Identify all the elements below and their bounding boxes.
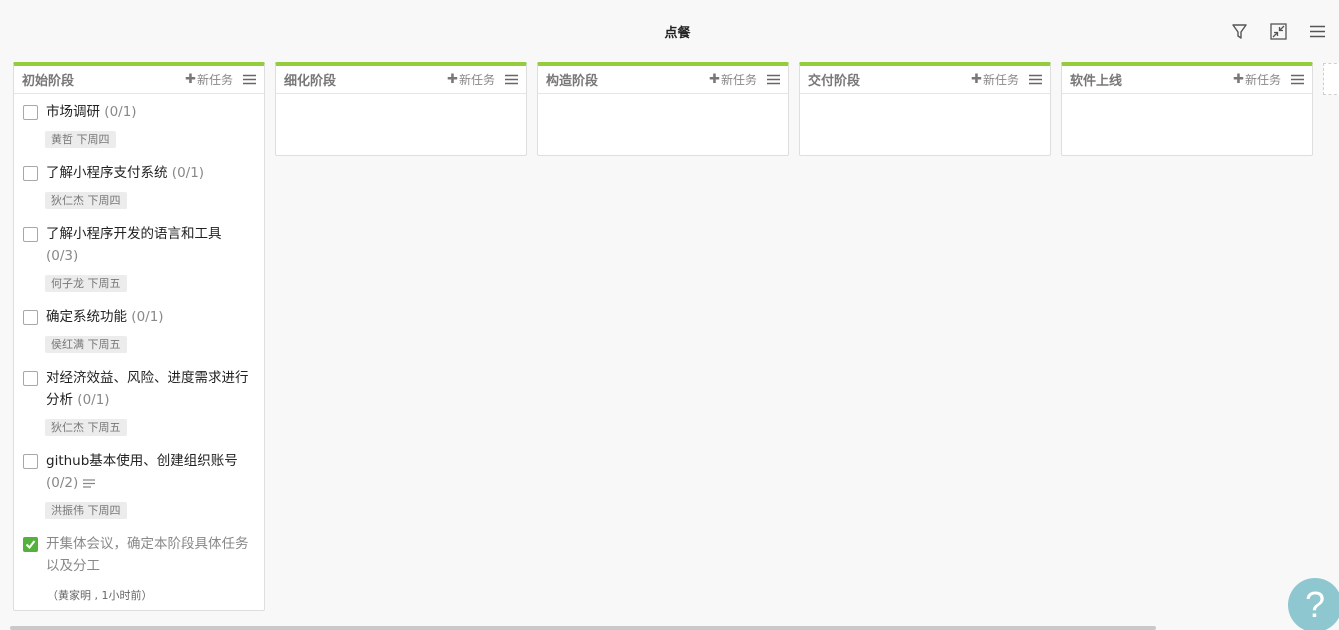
column-title: 软件上线 [1070, 74, 1123, 89]
column-title: 构造阶段 [546, 74, 599, 89]
task-title[interactable]: 了解小程序开发的语言和工具 (0/3) [46, 223, 256, 267]
add-task-label: 新任务 [196, 73, 233, 87]
assignee-due-tag: 黄哲 下周四 [45, 131, 116, 148]
plus-icon: ✚ [971, 72, 982, 87]
assignee-due-tag: 洪振伟 下周四 [45, 502, 127, 519]
description-icon [83, 478, 96, 488]
column-menu-icon[interactable] [767, 74, 780, 85]
column-title: 初始阶段 [22, 74, 75, 89]
task-checkbox[interactable] [23, 454, 38, 469]
completed-by-meta: （黄家明 , 1小时前） [47, 589, 153, 602]
column-menu-icon[interactable] [243, 74, 256, 85]
column-menu-icon[interactable] [1029, 74, 1042, 85]
task-title[interactable]: 了解小程序支付系统 (0/1) [46, 162, 204, 184]
task-checkbox-checked[interactable] [23, 537, 38, 552]
task-checkbox[interactable] [23, 166, 38, 181]
column-delivery-phase: 交付阶段 ✚ 新任务 [799, 62, 1051, 156]
column-menu-icon[interactable] [1291, 74, 1304, 85]
subtask-count: (0/3) [46, 248, 79, 264]
column-header: 细化阶段 ✚ 新任务 [276, 66, 526, 94]
task-checkbox[interactable] [23, 371, 38, 386]
check-icon [25, 540, 36, 550]
task-checkbox[interactable] [23, 227, 38, 242]
task-card[interactable]: 市场调研 (0/1) 黄哲 下周四 [14, 94, 264, 155]
menu-icon[interactable] [1308, 22, 1327, 41]
task-list [800, 94, 1050, 155]
task-card[interactable]: 确定系统功能 (0/1) 侯红满 下周五 [14, 299, 264, 360]
subtask-count: (0/1) [77, 392, 110, 408]
column-title: 细化阶段 [284, 74, 337, 89]
task-title[interactable]: 确定系统功能 (0/1) [46, 306, 164, 328]
column-header: 初始阶段 ✚ 新任务 [14, 66, 264, 94]
horizontal-scrollbar[interactable] [10, 626, 1156, 630]
task-card[interactable]: github基本使用、创建组织账号 (0/2) 洪振伟 下周四 [14, 443, 264, 526]
task-checkbox[interactable] [23, 105, 38, 120]
task-card[interactable]: 了解小程序支付系统 (0/1) 狄仁杰 下周四 [14, 155, 264, 216]
assignee-due-tag: 狄仁杰 下周五 [45, 419, 127, 436]
plus-icon: ✚ [709, 72, 720, 87]
add-task-button[interactable]: ✚ 新任务 [971, 71, 1019, 88]
assignee-due-tag: 狄仁杰 下周四 [45, 192, 127, 209]
column-title: 交付阶段 [808, 74, 861, 89]
column-menu-icon[interactable] [505, 74, 518, 85]
subtask-count: (0/1) [131, 309, 164, 325]
column-header: 交付阶段 ✚ 新任务 [800, 66, 1050, 94]
task-card[interactable]: 了解小程序开发的语言和工具 (0/3) 何子龙 下周五 [14, 216, 264, 299]
assignee-due-tag: 何子龙 下周五 [45, 275, 127, 292]
plus-icon: ✚ [1233, 72, 1244, 87]
page-title: 点餐 [664, 26, 691, 41]
task-title[interactable]: 对经济效益、风险、进度需求进行分析 (0/1) [46, 367, 256, 411]
task-list: 市场调研 (0/1) 黄哲 下周四 了解小程序支付系统 (0/1) 狄仁杰 下周… [14, 94, 264, 610]
filter-icon[interactable] [1230, 22, 1249, 41]
assignee-due-tag: 侯红满 下周五 [45, 336, 127, 353]
kanban-board: 初始阶段 ✚ 新任务 市场调研 (0/1) 黄哲 下周四 了解小程序支付系统 (0… [13, 62, 1339, 622]
column-header: 构造阶段 ✚ 新任务 [538, 66, 788, 94]
add-task-button[interactable]: ✚ 新任务 [185, 71, 233, 88]
task-title[interactable]: 市场调研 (0/1) [46, 101, 137, 123]
plus-icon: ✚ [185, 72, 196, 87]
task-list [276, 94, 526, 155]
add-task-button[interactable]: ✚ 新任务 [1233, 71, 1281, 88]
subtask-count: (0/1) [104, 104, 137, 120]
subtask-count: (0/2) [46, 475, 79, 491]
task-title[interactable]: 开集体会议，确定本阶段具体任务以及分工 [46, 533, 256, 577]
help-button[interactable]: ? [1288, 578, 1339, 630]
task-card-completed[interactable]: 开集体会议，确定本阶段具体任务以及分工 （黄家明 , 1小时前） [14, 526, 264, 610]
column-initial-phase: 初始阶段 ✚ 新任务 市场调研 (0/1) 黄哲 下周四 了解小程序支付系统 (0… [13, 62, 265, 611]
column-elaboration-phase: 细化阶段 ✚ 新任务 [275, 62, 527, 156]
add-task-label: 新任务 [720, 73, 757, 87]
column-construction-phase: 构造阶段 ✚ 新任务 [537, 62, 789, 156]
column-release: 软件上线 ✚ 新任务 [1061, 62, 1313, 156]
add-task-label: 新任务 [458, 73, 495, 87]
add-task-label: 新任务 [1244, 73, 1281, 87]
add-task-button[interactable]: ✚ 新任务 [709, 71, 757, 88]
plus-icon: ✚ [447, 72, 458, 87]
collapse-icon[interactable] [1269, 22, 1288, 41]
task-list [538, 94, 788, 155]
subtask-count: (0/1) [171, 165, 205, 181]
task-checkbox[interactable] [23, 310, 38, 325]
add-task-label: 新任务 [982, 73, 1019, 87]
task-title[interactable]: github基本使用、创建组织账号 (0/2) [46, 450, 256, 494]
add-task-button[interactable]: ✚ 新任务 [447, 71, 495, 88]
add-column-button[interactable]: 添 [1323, 63, 1339, 95]
task-list [1062, 94, 1312, 155]
task-card[interactable]: 对经济效益、风险、进度需求进行分析 (0/1) 狄仁杰 下周五 [14, 360, 264, 443]
top-bar: 点餐 [0, 0, 1339, 60]
column-header: 软件上线 ✚ 新任务 [1062, 66, 1312, 94]
top-actions [1230, 22, 1327, 41]
